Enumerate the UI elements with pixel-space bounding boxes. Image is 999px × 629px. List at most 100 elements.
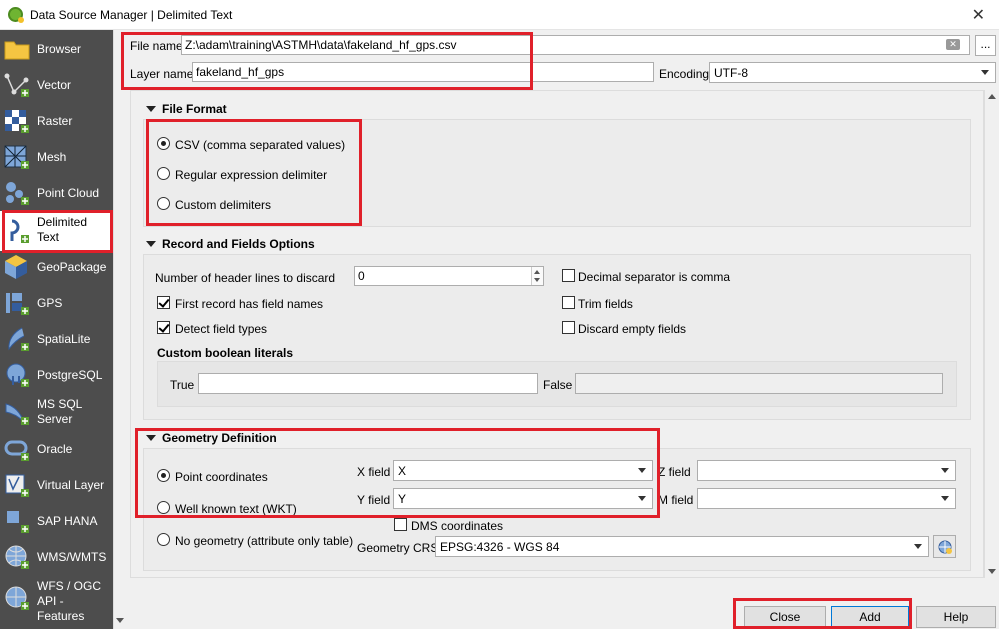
spin-up-icon[interactable]: [534, 270, 540, 274]
point-cloud-icon: [6, 182, 29, 205]
chevron-down-icon: [914, 544, 922, 549]
sidebar-item-label: SAP HANA: [37, 514, 98, 528]
detect-types-label: Detect field types: [175, 322, 268, 336]
chevron-down-icon: [941, 496, 949, 501]
geometry-crs-label: Geometry CRS: [357, 541, 439, 555]
sidebar-item-point-cloud[interactable]: Point Cloud: [0, 175, 113, 211]
sidebar: Browser Vector Raster Mesh Point Cloud D…: [0, 30, 113, 629]
sidebar-item-virtual-layer[interactable]: Virtual Layer: [0, 467, 113, 503]
spatialite-icon: [8, 327, 29, 351]
crs-selector-button[interactable]: [933, 535, 956, 558]
qgis-logo-icon: [8, 7, 24, 23]
browse-button[interactable]: ...: [975, 35, 996, 56]
false-label: False: [543, 378, 573, 392]
header-lines-label: Number of header lines to discard: [155, 271, 336, 285]
sidebar-item-raster[interactable]: Raster: [0, 103, 113, 139]
sap-hana-icon: [7, 511, 29, 533]
sidebar-item-geopackage[interactable]: GeoPackage: [0, 249, 113, 285]
help-button[interactable]: Help: [916, 606, 996, 628]
detect-types-checkbox[interactable]: [157, 321, 170, 334]
collapse-icon[interactable]: [146, 241, 156, 247]
gps-icon: [6, 293, 29, 315]
clear-icon[interactable]: ✕: [946, 39, 960, 50]
sidebar-item-label: Point Cloud: [37, 186, 100, 200]
sidebar-item-sap-hana[interactable]: SAP HANA: [0, 503, 113, 539]
sidebar-item-label: SpatiaLite: [37, 332, 91, 346]
m-field-label: M field: [658, 493, 694, 507]
sidebar-item-gps[interactable]: GPS: [0, 285, 113, 321]
sidebar-item-label: Browser: [37, 42, 82, 56]
geometry-highlight: [135, 428, 660, 518]
dms-label: DMS coordinates: [411, 519, 504, 533]
true-label: True: [170, 378, 195, 392]
sidebar-item-browser[interactable]: Browser: [0, 31, 113, 67]
sidebar-item-vector[interactable]: Vector: [0, 67, 113, 103]
wfs-icon: [5, 586, 29, 610]
chevron-down-icon: [941, 468, 949, 473]
window-close-button[interactable]: ✕: [972, 5, 985, 25]
scroll-down-icon[interactable]: [116, 618, 124, 623]
sidebar-item-label: Oracle: [37, 442, 73, 456]
true-input[interactable]: [198, 373, 538, 394]
chevron-down-icon: [981, 70, 989, 75]
postgresql-icon: [6, 363, 29, 387]
file-highlight: [121, 32, 533, 90]
buttons-highlight: [733, 598, 912, 629]
sidebar-item-label: PostgreSQL: [37, 368, 103, 382]
title-bar: Data Source Manager | Delimited Text ✕: [0, 0, 999, 30]
sidebar-item-postgresql[interactable]: PostgreSQL: [0, 357, 113, 393]
spin-down-icon[interactable]: [534, 278, 540, 282]
trim-fields-label: Trim fields: [578, 297, 633, 311]
wms-icon: [5, 545, 29, 569]
sidebar-item-wms[interactable]: WMS/WMTS: [0, 539, 113, 575]
z-field-select[interactable]: [697, 460, 956, 481]
sidebar-item-mssql[interactable]: MS SQL Server: [0, 393, 113, 433]
dms-checkbox[interactable]: [394, 518, 407, 531]
scroll-up-icon[interactable]: [988, 94, 996, 99]
oracle-icon: [4, 440, 29, 461]
scroll-down-icon[interactable]: [988, 569, 996, 574]
no-geometry-radio[interactable]: [157, 533, 170, 546]
geopackage-icon: [5, 255, 27, 279]
trim-fields-checkbox[interactable]: [562, 296, 575, 309]
sidebar-item-label: WMS/WMTS: [37, 550, 107, 564]
folder-icon: [4, 41, 30, 60]
discard-empty-label: Discard empty fields: [578, 322, 687, 336]
vector-icon: [4, 73, 29, 97]
mesh-icon: [4, 145, 29, 169]
sidebar-item-label: Mesh: [37, 150, 67, 164]
options-scrollbar[interactable]: [984, 90, 998, 578]
m-field-select[interactable]: [697, 488, 956, 509]
raster-icon: [5, 110, 29, 133]
no-geometry-label: No geometry (attribute only table): [175, 534, 354, 548]
mssql-icon: [5, 403, 29, 425]
record-options-title: Record and Fields Options: [162, 237, 315, 251]
sidebar-item-label: Raster: [37, 114, 73, 128]
z-field-label: Z field: [658, 465, 691, 479]
virtual-layer-icon: [5, 474, 29, 497]
sidebar-item-wfs[interactable]: WFS / OGC API - Features: [0, 575, 113, 625]
sidebar-item-spatialite[interactable]: SpatiaLite: [0, 321, 113, 357]
first-record-checkbox[interactable]: [157, 296, 170, 309]
sidebar-item-label: GeoPackage: [37, 260, 107, 274]
collapse-icon[interactable]: [146, 106, 156, 112]
sidebar-item-label: GPS: [37, 296, 63, 310]
encoding-select[interactable]: UTF-8: [709, 62, 996, 83]
discard-empty-checkbox[interactable]: [562, 321, 575, 334]
first-record-label: First record has field names: [175, 297, 324, 311]
false-input[interactable]: [575, 373, 943, 394]
spinbox-arrows[interactable]: [531, 267, 543, 285]
file-format-highlight: [146, 119, 362, 226]
geometry-crs-select[interactable]: EPSG:4326 - WGS 84: [435, 536, 929, 557]
sidebar-scrollbar[interactable]: [113, 30, 125, 629]
encoding-value: UTF-8: [714, 66, 748, 80]
delimited-text-highlight: [2, 210, 113, 253]
sidebar-item-oracle[interactable]: Oracle: [0, 431, 113, 467]
globe-icon: [938, 540, 952, 554]
header-lines-spinbox[interactable]: 0: [354, 266, 544, 286]
boolean-literals-title: Custom boolean literals: [157, 346, 294, 360]
crs-value: EPSG:4326 - WGS 84: [440, 540, 560, 554]
decimal-comma-checkbox[interactable]: [562, 269, 575, 282]
sidebar-item-mesh[interactable]: Mesh: [0, 139, 113, 175]
sidebar-item-label: Virtual Layer: [37, 478, 105, 492]
